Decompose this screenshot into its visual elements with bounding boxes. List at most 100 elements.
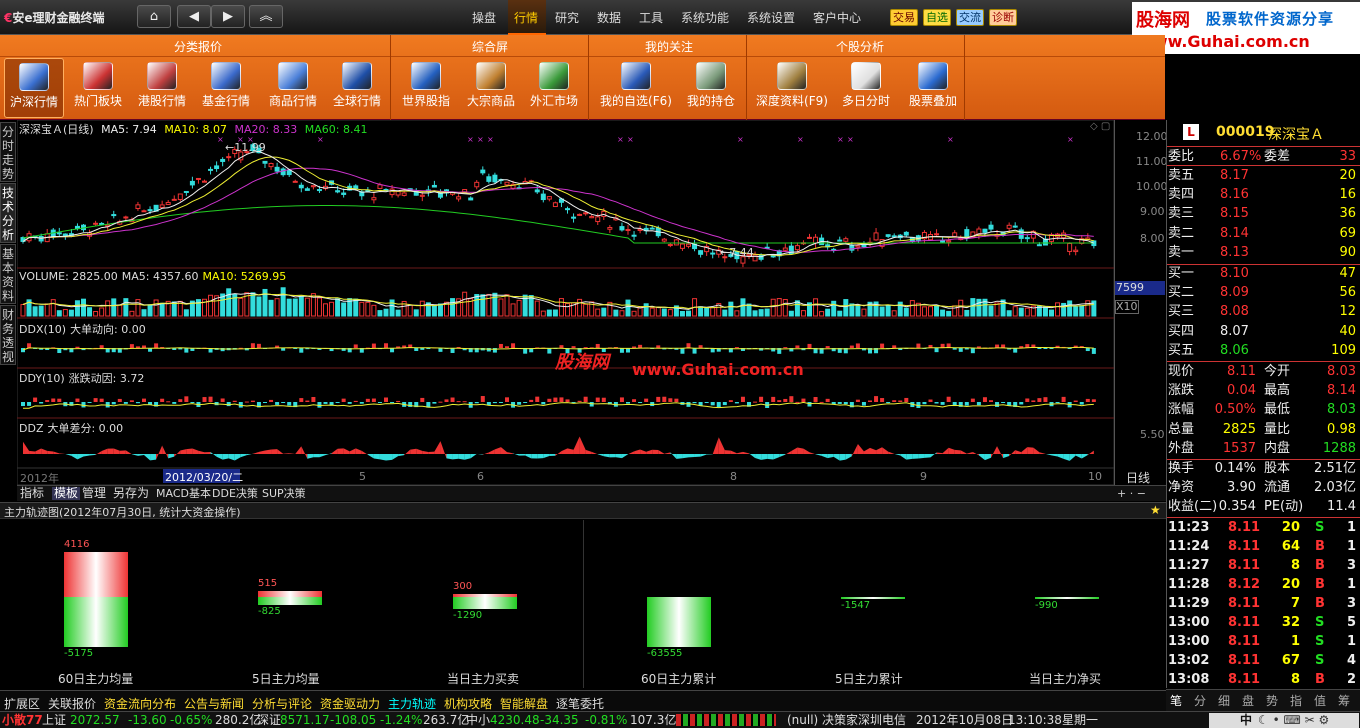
bottom-tab-3[interactable]: 公告与新闻 (184, 697, 244, 711)
ime-tools-icon[interactable]: ☾ • ⌨ ✂ ⚙ (1258, 712, 1329, 728)
sz-index-name[interactable]: 深证 (257, 712, 281, 728)
flow-pos-bar (64, 552, 128, 597)
ribbon-tool-5[interactable]: 全球行情 (326, 58, 388, 118)
back-button[interactable]: ◀ (177, 5, 211, 28)
ribbon-tool-11[interactable]: 深度资料(F9) (752, 58, 832, 118)
ribbon-tool-4[interactable]: 商品行情 (262, 58, 324, 118)
ribbon-tool-10[interactable]: 我的持仓 (682, 58, 740, 118)
ribbon-tool-8[interactable]: 外汇市场 (524, 58, 584, 118)
buy-level-1[interactable]: 买二 8.09 56 (1168, 284, 1358, 301)
buy-level-3[interactable]: 买四 8.07 40 (1168, 323, 1358, 340)
quick-chat-button[interactable]: 交流 (956, 9, 984, 26)
quick-watchlist-button[interactable]: 自选 (923, 9, 951, 26)
ribbon-tool-label: 大宗商品 (466, 94, 515, 108)
ytick-11: 11.00 (1136, 155, 1168, 168)
tick-row-1: 11:24 8.11 64 B 1 (1168, 539, 1356, 554)
menu-6[interactable]: 系统设置 (747, 9, 795, 26)
vtab-intraday[interactable]: 分时走势 (0, 122, 16, 182)
ribbon-tool-1[interactable]: 热门板块 (68, 58, 128, 118)
quick-diagnose-button[interactable]: 诊断 (989, 9, 1017, 26)
indicator-tab-3[interactable]: 另存为 (113, 487, 149, 500)
bottom-tab-8[interactable]: 智能解盘 (500, 697, 548, 711)
panel-tab-2[interactable]: 细 (1218, 692, 1230, 709)
chart-corner-icons[interactable]: ◇ ▢ (1090, 121, 1110, 132)
vtab-fundamentals[interactable]: 基本资料 (0, 244, 16, 304)
zx-index-name[interactable]: 中小 (466, 712, 490, 728)
flow-pos-value: 300 (453, 581, 473, 592)
ribbon-tool-3[interactable]: 基金行情 (196, 58, 256, 118)
panel-tab-7[interactable]: 筹 (1338, 692, 1350, 709)
sell-level-4[interactable]: 卖一 8.13 90 (1168, 244, 1358, 261)
panel-tab-5[interactable]: 指 (1290, 692, 1302, 709)
ribbon-tool-label: 世界股指 (401, 94, 450, 108)
forward-button[interactable]: ▶ (211, 5, 245, 28)
panel-tab-3[interactable]: 盘 (1242, 692, 1254, 709)
sell-level-0[interactable]: 卖五 8.17 20 (1168, 167, 1358, 184)
buy-level-4[interactable]: 买五 8.06 109 (1168, 342, 1358, 359)
zoom-buttons[interactable]: + · − (1117, 487, 1146, 500)
menu-0[interactable]: 操盘 (472, 9, 496, 26)
ribbon-tool-7[interactable]: 大宗商品 (460, 58, 522, 118)
panel-tab-1[interactable]: 分 (1194, 692, 1206, 709)
menu-2[interactable]: 研究 (555, 9, 579, 26)
user-badge[interactable]: 小散77 (2, 712, 43, 728)
ribbon-tool-9[interactable]: 我的自选(F6) (594, 58, 678, 118)
ribbon-tool-12[interactable]: 多日分时 (838, 58, 894, 118)
menu-4[interactable]: 工具 (639, 9, 663, 26)
sh-index-pct: -0.65% (170, 713, 213, 727)
tick-row-5: 13:00 8.11 32 S 5 (1168, 615, 1356, 630)
svg-text:×: × (837, 135, 844, 144)
menu-5[interactable]: 系统功能 (681, 9, 729, 26)
bottom-tab-0[interactable]: 扩展区 (4, 697, 40, 711)
ime-mode[interactable]: 中 (1240, 712, 1252, 728)
indicator-tab-0[interactable]: 指标 (20, 487, 44, 500)
group-stock-analysis: 个股分析 (836, 40, 885, 54)
vtab-financials[interactable]: 财务透视 (0, 305, 16, 365)
guhai-ad-banner[interactable]: 股海网 股票软件资源分享 www.Guhai.com.cn (1132, 2, 1360, 54)
favorite-star-icon[interactable]: ★ (1150, 503, 1161, 517)
sz-index-pct: -1.24% (380, 713, 423, 727)
panel-tab-4[interactable]: 势 (1266, 692, 1278, 709)
bottom-tab-7[interactable]: 机构攻略 (444, 697, 492, 711)
kline-caption: 深深宝Ａ(日线) MA5: 7.94 MA10: 8.07 MA20: 8.33… (19, 123, 368, 136)
ribbon-tool-2[interactable]: 港股行情 (132, 58, 192, 118)
home-button[interactable]: ⌂ (137, 5, 171, 28)
sh-index-name[interactable]: 上证 (42, 712, 66, 728)
sell-level-2[interactable]: 卖三 8.15 36 (1168, 205, 1358, 222)
kline-chart-svg[interactable]: × × × × × × × × × × × × × × × ←11.99 ←7.44 (17, 120, 1115, 485)
ribbon-tool-6[interactable]: 世界股指 (396, 58, 456, 118)
indicator-tab-2[interactable]: 管理 (82, 487, 106, 500)
indicator-tab-1[interactable]: 模板 (52, 487, 81, 500)
sell-level-1[interactable]: 卖四 8.16 16 (1168, 186, 1358, 203)
ribbon-tool-13[interactable]: 股票叠加 (904, 58, 962, 118)
svg-text:×: × (797, 135, 804, 144)
quick-trade-button[interactable]: 交易 (890, 9, 918, 26)
indicator-tab-5[interactable]: DDE决策 (212, 487, 258, 500)
indicator-tab-6[interactable]: SUP决策 (262, 487, 306, 500)
period-label[interactable]: 日线 (1126, 469, 1150, 486)
collapse-button[interactable]: ︽ (249, 5, 283, 28)
flow-neg-value: -1290 (453, 610, 483, 621)
panel-tab-0[interactable]: 笔 (1170, 692, 1182, 709)
vtab-technical[interactable]: 技术分析 (0, 183, 16, 243)
svg-text:×: × (627, 135, 634, 144)
bottom-tab-6[interactable]: 主力轨迹 (388, 697, 436, 711)
sell-level-3[interactable]: 卖二 8.14 69 (1168, 225, 1358, 242)
menu-1[interactable]: 行情 (514, 9, 538, 26)
bottom-tab-5[interactable]: 资金驱动力 (320, 697, 380, 711)
indicator-tab-4[interactable]: MACD基本 (156, 487, 211, 500)
bottom-tab-1[interactable]: 关联报价 (48, 697, 96, 711)
buy-level-0[interactable]: 买一 8.10 47 (1168, 265, 1358, 282)
ribbon-tool-0[interactable]: 沪深行情 (4, 58, 64, 118)
bottom-tab-4[interactable]: 分析与评论 (252, 697, 312, 711)
bottom-tab-2[interactable]: 资金流向分布 (104, 697, 176, 711)
ribbon-tool-icon (777, 62, 807, 90)
ribbon-tool-label: 外汇市场 (529, 94, 578, 108)
menu-7[interactable]: 客户中心 (813, 9, 861, 26)
buy-level-2[interactable]: 买三 8.08 12 (1168, 303, 1358, 320)
volume-unit[interactable]: X10 (1115, 300, 1139, 314)
bottom-tab-9[interactable]: 逐笔委托 (556, 697, 604, 711)
status-date: 2012年10月08日 (916, 713, 1014, 727)
menu-3[interactable]: 数据 (597, 9, 621, 26)
panel-tab-6[interactable]: 值 (1314, 692, 1326, 709)
